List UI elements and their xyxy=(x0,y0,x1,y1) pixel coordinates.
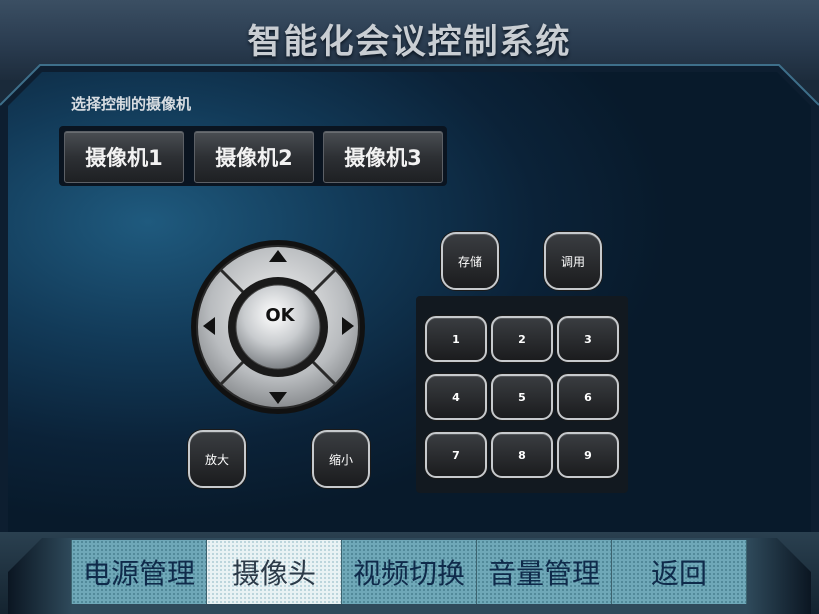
zoom-out-button[interactable]: 缩小 xyxy=(312,430,370,488)
pan-left-button[interactable] xyxy=(194,289,230,365)
ok-button[interactable] xyxy=(236,285,320,369)
keypad-key-4[interactable]: 4 xyxy=(425,374,487,420)
nav-volume-management[interactable]: 音量管理 xyxy=(476,540,612,604)
camera-2-button[interactable]: 摄像机2 xyxy=(194,131,314,183)
pan-down-button[interactable] xyxy=(240,375,316,411)
keypad-key-7[interactable]: 7 xyxy=(425,432,487,478)
pan-right-button[interactable] xyxy=(326,289,362,365)
zoom-in-button[interactable]: 放大 xyxy=(188,430,246,488)
direction-pad xyxy=(190,239,366,415)
keypad-key-9[interactable]: 9 xyxy=(557,432,619,478)
keypad-key-6[interactable]: 6 xyxy=(557,374,619,420)
keypad-key-5[interactable]: 5 xyxy=(491,374,553,420)
camera-select-label: 选择控制的摄像机 xyxy=(71,95,192,113)
keypad-key-2[interactable]: 2 xyxy=(491,316,553,362)
preset-store-button[interactable]: 存储 xyxy=(441,232,499,290)
camera-3-button[interactable]: 摄像机3 xyxy=(323,131,443,183)
nav-camera[interactable]: 摄像头 xyxy=(206,540,342,604)
page-title: 智能化会议控制系统 xyxy=(247,22,572,62)
keypad-key-1[interactable]: 1 xyxy=(425,316,487,362)
nav-video-switch[interactable]: 视频切换 xyxy=(341,540,477,604)
keypad-key-8[interactable]: 8 xyxy=(491,432,553,478)
nav-back[interactable]: 返回 xyxy=(611,540,747,604)
camera-1-button[interactable]: 摄像机1 xyxy=(64,131,184,183)
preset-recall-button[interactable]: 调用 xyxy=(544,232,602,290)
nav-power-management[interactable]: 电源管理 xyxy=(71,540,207,604)
keypad-key-3[interactable]: 3 xyxy=(557,316,619,362)
pan-up-button[interactable] xyxy=(240,243,316,279)
